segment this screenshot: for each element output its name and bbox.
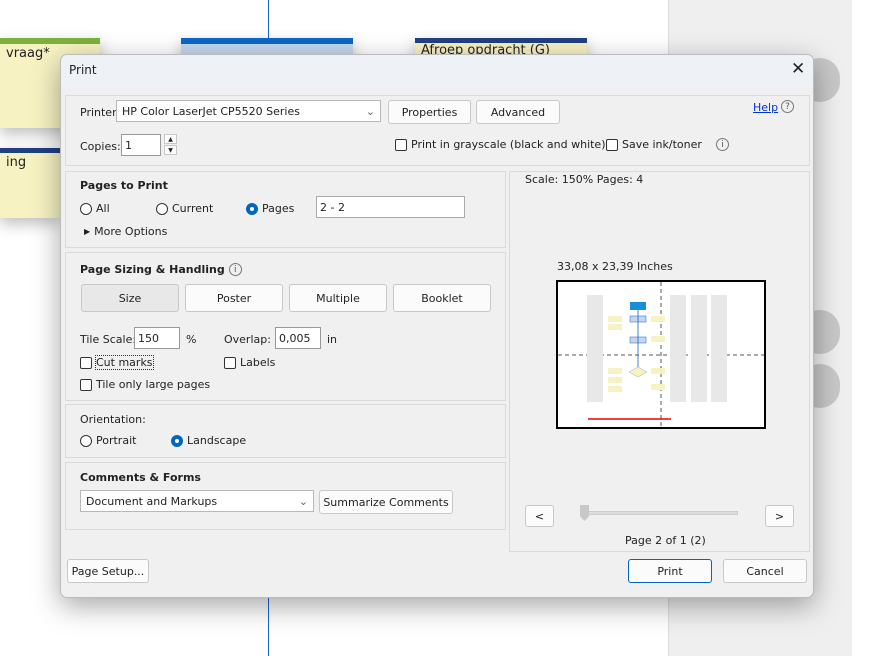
more-options-toggle[interactable]: ▶ More Options: [84, 225, 167, 238]
advanced-button[interactable]: Advanced: [476, 100, 560, 124]
comments-select[interactable]: Document and Markups ⌄: [80, 490, 314, 512]
copies-down-icon[interactable]: ▼: [164, 145, 177, 155]
tile-large-label: Tile only large pages: [96, 378, 211, 391]
paper-size: 33,08 x 23,39 Inches: [557, 260, 673, 273]
background-note: ing: [0, 148, 60, 218]
radio-label: All: [96, 202, 110, 215]
next-page-button[interactable]: >: [765, 505, 794, 527]
summarize-comments-button[interactable]: Summarize Comments: [319, 490, 453, 514]
section-title: Orientation:: [80, 413, 146, 426]
checkbox[interactable]: [606, 138, 618, 151]
section-title: Page Sizing & Handling: [80, 263, 225, 276]
comments-value: Document and Markups: [86, 494, 218, 508]
radio-pages[interactable]: Pages: [246, 202, 294, 215]
percent-label: %: [186, 333, 197, 346]
radio-landscape[interactable]: Landscape: [171, 434, 246, 447]
slider-thumb[interactable]: [580, 505, 589, 521]
unit-label: in: [327, 333, 338, 346]
page-preview: [556, 280, 766, 429]
note-text: vraag*: [6, 46, 50, 61]
tile-scale-label: Tile Scale:: [80, 333, 137, 346]
copies-label: Copies:: [80, 140, 121, 153]
save-ink-checkbox[interactable]: Save ink/toner: [606, 138, 702, 151]
cut-marks-checkbox[interactable]: Cut marks: [80, 355, 154, 370]
prev-page-button[interactable]: <: [525, 505, 554, 527]
dialog-title: Print: [69, 63, 97, 77]
section-title: Pages to Print: [80, 179, 168, 192]
size-button[interactable]: Size: [81, 284, 179, 312]
note-text: ing: [6, 155, 27, 170]
booklet-button[interactable]: Booklet: [393, 284, 491, 312]
page-slider[interactable]: [580, 511, 738, 515]
printer-select[interactable]: HP Color LaserJet CP5520 Series ⌄: [116, 100, 381, 122]
page-indicator: Page 2 of 1 (2): [625, 534, 706, 547]
grayscale-label: Print in grayscale (black and white): [411, 138, 606, 151]
info-icon[interactable]: i: [716, 138, 729, 151]
close-icon[interactable]: ✕: [791, 59, 805, 79]
orientation-panel: Orientation: Portrait Landscape: [65, 404, 506, 458]
copies-input[interactable]: 1: [121, 134, 161, 156]
overlap-label: Overlap:: [224, 333, 271, 346]
grayscale-checkbox[interactable]: Print in grayscale (black and white): [395, 138, 606, 151]
poster-button[interactable]: Poster: [185, 284, 283, 312]
multiple-button[interactable]: Multiple: [289, 284, 387, 312]
preview-thumbnail: [558, 282, 764, 427]
info-icon[interactable]: i: [228, 263, 242, 276]
radio-current[interactable]: Current: [156, 202, 213, 215]
labels-checkbox[interactable]: Labels: [224, 356, 275, 369]
help-icon[interactable]: ?: [781, 100, 794, 113]
page-range-input[interactable]: 2 - 2: [316, 196, 465, 218]
chevron-down-icon: ⌄: [298, 494, 308, 508]
overlap-input[interactable]: 0,005: [275, 327, 321, 349]
print-dialog: Print ✕ Printer: HP Color LaserJet CP552…: [60, 54, 814, 598]
more-options-label: More Options: [94, 225, 168, 238]
copies-up-icon[interactable]: ▲: [164, 134, 177, 144]
labels-label: Labels: [240, 356, 276, 369]
radio-all[interactable]: All: [80, 202, 110, 215]
radio-portrait[interactable]: Portrait: [80, 434, 136, 447]
triangle-right-icon: ▶: [84, 227, 91, 236]
chevron-down-icon: ⌄: [365, 104, 375, 118]
background-edge: [852, 0, 877, 656]
properties-button[interactable]: Properties: [388, 100, 471, 124]
tile-large-checkbox[interactable]: Tile only large pages: [80, 378, 210, 391]
comments-panel: Comments & Forms Document and Markups ⌄ S…: [65, 462, 506, 530]
cancel-button[interactable]: Cancel: [723, 559, 807, 583]
save-ink-label: Save ink/toner: [622, 138, 702, 151]
section-title: Comments & Forms: [80, 471, 201, 484]
radio-label: Current: [172, 202, 214, 215]
pages-to-print-panel: Pages to Print All Current Pages 2 - 2 ▶…: [65, 171, 506, 248]
radio-label: Portrait: [96, 434, 137, 447]
page-setup-button[interactable]: Page Setup...: [67, 559, 149, 583]
scale-info: Scale: 150% Pages: 4: [525, 173, 644, 186]
radio-label: Landscape: [187, 434, 247, 447]
printer-panel: Printer: HP Color LaserJet CP5520 Series…: [65, 95, 810, 166]
cut-marks-label: Cut marks: [95, 355, 154, 370]
title-bar: Print ✕: [61, 55, 813, 87]
checkbox[interactable]: [395, 138, 407, 151]
radio-label: Pages: [262, 202, 295, 215]
page-sizing-panel: Page Sizing & Handling i Size Poster Mult…: [65, 252, 506, 401]
printer-label: Printer:: [80, 106, 121, 119]
printer-value: HP Color LaserJet CP5520 Series: [122, 104, 300, 118]
help-link[interactable]: Help: [753, 101, 778, 114]
tile-scale-input[interactable]: 150: [134, 327, 180, 349]
print-button[interactable]: Print: [628, 559, 712, 583]
preview-panel: Scale: 150% Pages: 4 33,08 x 23,39 Inche…: [509, 171, 810, 552]
